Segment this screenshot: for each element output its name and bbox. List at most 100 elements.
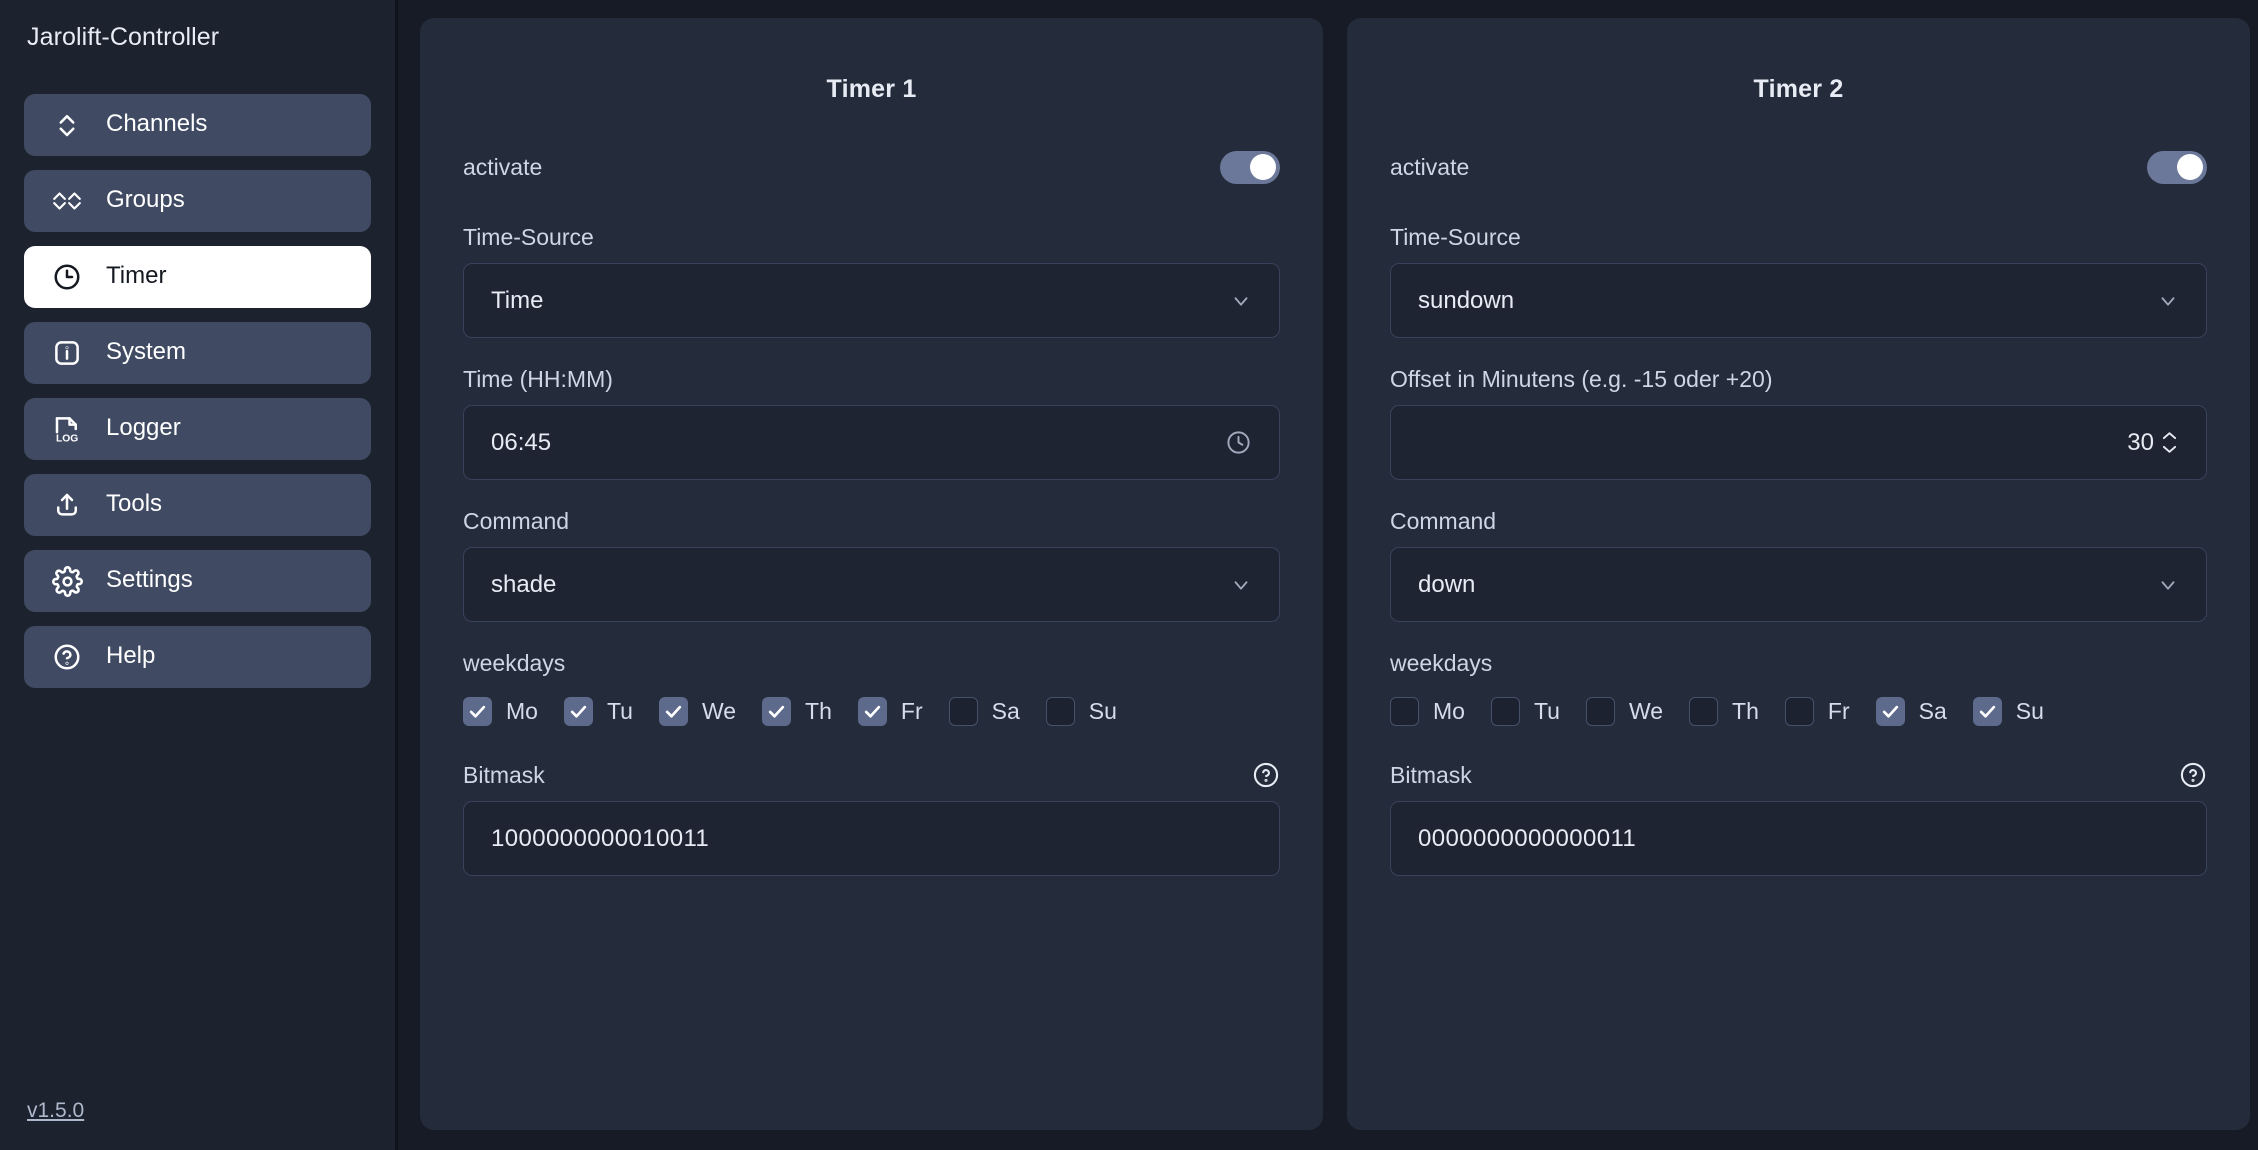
- weekday-label: Fr: [1828, 700, 1850, 723]
- timesource-value: sundown: [1418, 287, 2157, 315]
- weekday-checkbox-we[interactable]: We: [1586, 697, 1663, 726]
- activate-label: activate: [463, 153, 542, 181]
- timer-2-body: activate Time-Source sundown Off: [1347, 143, 2250, 876]
- sidebar-item-help[interactable]: Help: [24, 626, 371, 688]
- weekday-label: Su: [1089, 700, 1117, 723]
- sidebar-item-logger[interactable]: LOG Logger: [24, 398, 371, 460]
- command-select[interactable]: down: [1390, 547, 2207, 622]
- version-link[interactable]: v1.5.0: [27, 1099, 84, 1123]
- activate-toggle[interactable]: [2147, 151, 2207, 184]
- offset-input[interactable]: 30: [1390, 405, 2207, 480]
- weekday-checkbox-fr[interactable]: Fr: [858, 697, 923, 726]
- timer-1-body: activate Time-Source Time Time (: [420, 143, 1323, 876]
- timesource-label: Time-Source: [1390, 223, 2207, 251]
- command-select[interactable]: shade: [463, 547, 1280, 622]
- sidebar-item-channels[interactable]: Channels: [24, 94, 371, 156]
- checkbox-box: [1973, 697, 2002, 726]
- sidebar-item-label: Tools: [106, 492, 162, 518]
- weekday-checkbox-mo[interactable]: Mo: [1390, 697, 1465, 726]
- activate-label: activate: [1390, 153, 1469, 181]
- weekday-label: Mo: [506, 700, 538, 723]
- svg-text:LOG: LOG: [56, 434, 78, 445]
- sidebar-item-settings[interactable]: Settings: [24, 550, 371, 612]
- activate-row: activate: [1390, 143, 2207, 191]
- question-circle-icon: [50, 640, 84, 674]
- activate-toggle[interactable]: [1220, 151, 1280, 184]
- weekday-label: Tu: [607, 700, 633, 723]
- command-value: shade: [491, 571, 1230, 599]
- weekday-label: Sa: [992, 700, 1020, 723]
- app-title: Jarolift-Controller: [0, 0, 395, 70]
- weekday-checkbox-th[interactable]: Th: [762, 697, 832, 726]
- sidebar-item-label: Groups: [106, 188, 185, 214]
- sidebar-nav: Channels Groups Timer System: [0, 70, 395, 688]
- double-chevron-updown-icon: [50, 184, 84, 218]
- checkbox-box: [1689, 697, 1718, 726]
- weekday-checkbox-tu[interactable]: Tu: [564, 697, 633, 726]
- weekday-checkbox-mo[interactable]: Mo: [463, 697, 538, 726]
- timer-2-panel: Timer 2 activate Time-Source sundown: [1347, 18, 2250, 1130]
- weekdays-label: weekdays: [463, 649, 1280, 677]
- chevron-down-icon: [1230, 290, 1252, 312]
- chevron-down-icon: [2157, 290, 2179, 312]
- bitmask-label: Bitmask: [1390, 761, 1472, 789]
- checkbox-box: [762, 697, 791, 726]
- checkbox-box: [659, 697, 688, 726]
- offset-label: Offset in Minutens (e.g. -15 oder +20): [1390, 365, 2207, 393]
- timesource-select[interactable]: Time: [463, 263, 1280, 338]
- sidebar-item-label: System: [106, 340, 186, 366]
- weekday-checkbox-su[interactable]: Su: [1046, 697, 1117, 726]
- info-square-icon: [50, 336, 84, 370]
- bitmask-header: Bitmask: [1390, 761, 2207, 789]
- time-value: 06:45: [491, 429, 1225, 457]
- time-label: Time (HH:MM): [463, 365, 1280, 393]
- offset-value: 30: [1418, 429, 2160, 457]
- time-input[interactable]: 06:45: [463, 405, 1280, 480]
- sidebar-item-groups[interactable]: Groups: [24, 170, 371, 232]
- sidebar-item-label: Logger: [106, 416, 181, 442]
- weekday-label: We: [702, 700, 736, 723]
- checkbox-box: [1876, 697, 1905, 726]
- weekday-checkbox-sa[interactable]: Sa: [949, 697, 1020, 726]
- sidebar-item-label: Settings: [106, 568, 193, 594]
- bitmask-value: 1000000000010011: [491, 825, 709, 853]
- weekday-checkbox-tu[interactable]: Tu: [1491, 697, 1560, 726]
- sidebar-item-timer[interactable]: Timer: [24, 246, 371, 308]
- help-circle-icon[interactable]: [2179, 761, 2207, 789]
- bitmask-input[interactable]: 1000000000010011: [463, 801, 1280, 876]
- weekday-checkbox-su[interactable]: Su: [1973, 697, 2044, 726]
- clock-icon[interactable]: [1225, 429, 1252, 456]
- weekdays-label: weekdays: [1390, 649, 2207, 677]
- sidebar-item-system[interactable]: System: [24, 322, 371, 384]
- number-stepper[interactable]: [2160, 428, 2179, 458]
- weekdays-row: Mo Tu We Th: [463, 689, 1280, 733]
- sidebar-item-label: Help: [106, 644, 155, 670]
- weekday-checkbox-we[interactable]: We: [659, 697, 736, 726]
- sidebar-item-tools[interactable]: Tools: [24, 474, 371, 536]
- checkbox-box: [1586, 697, 1615, 726]
- weekday-checkbox-sa[interactable]: Sa: [1876, 697, 1947, 726]
- sidebar-item-label: Channels: [106, 112, 207, 138]
- chevron-down-icon: [2157, 574, 2179, 596]
- timesource-select[interactable]: sundown: [1390, 263, 2207, 338]
- weekday-checkbox-th[interactable]: Th: [1689, 697, 1759, 726]
- timesource-value: Time: [491, 287, 1230, 315]
- checkbox-box: [949, 697, 978, 726]
- checkbox-box: [1491, 697, 1520, 726]
- command-label: Command: [463, 507, 1280, 535]
- toggle-knob: [2177, 154, 2203, 180]
- upload-icon: [50, 488, 84, 522]
- checkbox-box: [463, 697, 492, 726]
- clock-icon: [50, 260, 84, 294]
- time-field: Time (HH:MM) 06:45: [463, 365, 1280, 480]
- checkbox-box: [1046, 697, 1075, 726]
- help-circle-icon[interactable]: [1252, 761, 1280, 789]
- weekday-label: Sa: [1919, 700, 1947, 723]
- timer-1-panel: Timer 1 activate Time-Source Time: [420, 18, 1323, 1130]
- bitmask-input[interactable]: 0000000000000011: [1390, 801, 2207, 876]
- weekday-label: Th: [1732, 700, 1759, 723]
- chevron-updown-icon: [50, 108, 84, 142]
- command-field: Command down: [1390, 507, 2207, 622]
- gear-icon: [50, 564, 84, 598]
- weekday-checkbox-fr[interactable]: Fr: [1785, 697, 1850, 726]
